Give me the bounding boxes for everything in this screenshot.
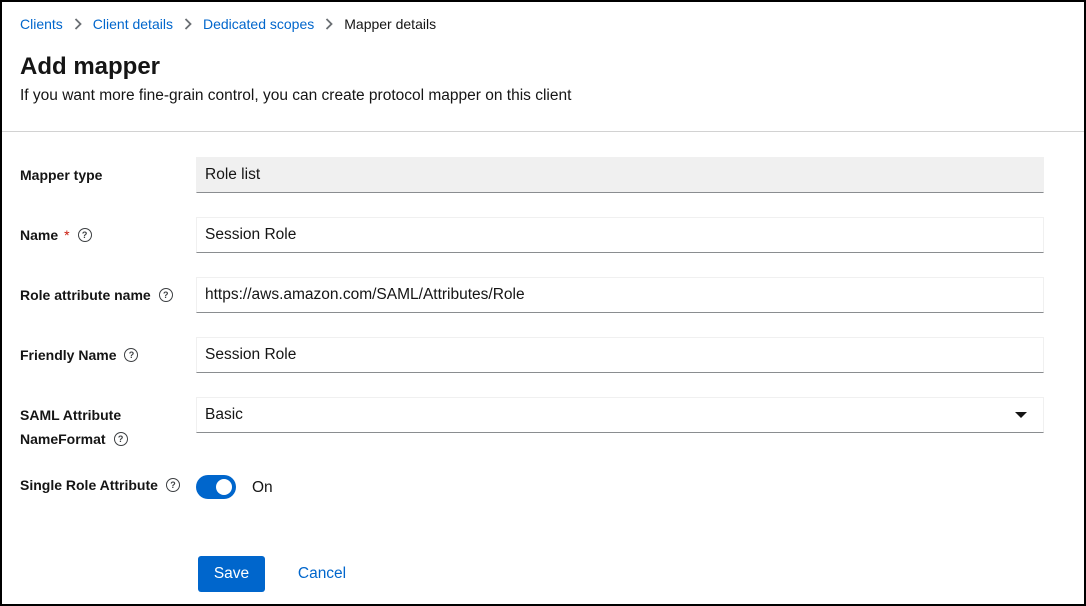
chevron-right-icon [325,18,334,30]
help-icon[interactable]: ? [113,432,128,446]
help-icon[interactable]: ? [77,228,92,242]
save-button[interactable]: Save [198,556,265,592]
chevron-right-icon [184,18,192,30]
help-icon[interactable]: ? [124,348,139,362]
mapper-type-field: Role list [196,157,1044,193]
friendly-name-label: Friendly Name ? [20,347,139,363]
saml-nameformat-label-line2: NameFormat ? [20,431,128,447]
saml-nameformat-select[interactable]: Basic [196,397,1044,433]
toggle-knob [216,479,232,495]
single-role-attribute-row: Single Role Attribute ? On [20,475,1060,501]
saml-nameformat-label-text-1: SAML Attribute [20,407,122,423]
app-frame: Clients Client details Dedicated scopes … [0,0,1086,606]
page-header: Clients Client details Dedicated scopes … [2,2,1084,132]
name-input-value: Session Role [205,226,297,243]
mapper-type-label: Mapper type [20,167,102,183]
cancel-button[interactable]: Cancel [282,556,362,592]
breadcrumb-clients[interactable]: Clients [20,16,63,32]
help-icon[interactable]: ? [165,478,180,492]
page-subtitle: If you want more fine-grain control, you… [20,87,572,104]
name-input[interactable]: Session Role [196,217,1044,253]
role-attribute-name-input[interactable]: https://aws.amazon.com/SAML/Attributes/R… [196,277,1044,313]
saml-nameformat-label-line1: SAML Attribute [20,407,121,423]
name-label-text: Name [20,227,59,243]
caret-down-icon [1015,412,1027,418]
single-role-attribute-label-text: Single Role Attribute [20,477,158,493]
saml-nameformat-row: SAML Attribute NameFormat ? Basic [20,397,1060,447]
friendly-name-input[interactable]: Session Role [196,337,1044,373]
single-role-attribute-label: Single Role Attribute ? [20,477,180,493]
breadcrumb-current: Mapper details [344,16,437,32]
breadcrumb-dedicated-scopes[interactable]: Dedicated scopes [203,16,314,32]
friendly-name-value: Session Role [205,346,297,363]
mapper-type-label-text: Mapper type [20,167,103,183]
friendly-name-row: Friendly Name ? Session Role [20,337,1060,373]
page-title: Add mapper [20,53,161,80]
mapper-type-value: Role list [205,166,261,183]
required-marker: * [64,227,70,243]
chevron-right-icon [74,18,82,30]
friendly-name-label-text: Friendly Name [20,347,117,363]
breadcrumb-client-details[interactable]: Client details [93,16,173,32]
role-attribute-name-row: Role attribute name ? https://aws.amazon… [20,277,1060,313]
single-role-attribute-toggle[interactable] [196,475,236,499]
role-attribute-name-label-text: Role attribute name [20,287,151,303]
toggle-state-text: On [252,479,273,496]
saml-nameformat-label-text-2: NameFormat [20,431,106,447]
saml-nameformat-value: Basic [205,406,243,423]
breadcrumb: Clients Client details Dedicated scopes … [20,16,436,32]
mapper-type-row: Mapper type Role list [20,157,1060,193]
role-attribute-name-label: Role attribute name ? [20,287,173,303]
name-row: Name * ? Session Role [20,217,1060,253]
role-attribute-name-value: https://aws.amazon.com/SAML/Attributes/R… [205,286,525,303]
name-label: Name * ? [20,227,92,243]
help-icon[interactable]: ? [158,288,173,302]
